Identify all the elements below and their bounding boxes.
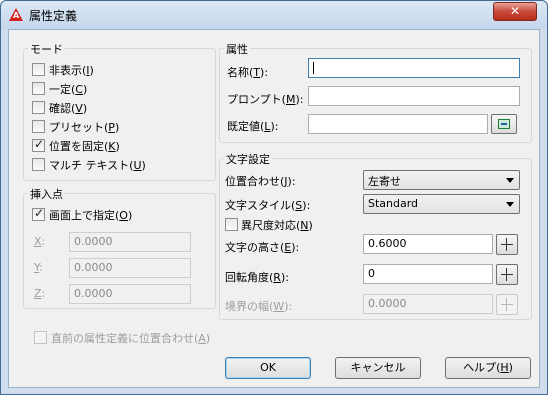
preset-label: プリセット(P): [49, 121, 120, 134]
default-value-input[interactable]: [308, 114, 488, 134]
specify-on-screen-checkbox[interactable]: [32, 206, 45, 221]
attribute-definition-dialog: A 属性定義 ✕ モード 非表示(I) 一定(C) 確認(V) プリセット(P)…: [0, 0, 548, 395]
ok-button[interactable]: OK: [225, 357, 311, 379]
crosshair-icon: [501, 268, 513, 281]
crosshair-icon: [501, 238, 513, 251]
verify-label: 確認(V): [49, 102, 88, 115]
invisible-checkbox[interactable]: [32, 63, 45, 76]
text-style-select[interactable]: Standard: [363, 194, 520, 214]
tag-input[interactable]: [308, 58, 520, 78]
text-style-label: 文字スタイル(S):: [225, 199, 311, 212]
verify-checkbox[interactable]: [32, 101, 45, 114]
pick-height-button[interactable]: [496, 234, 518, 255]
boundary-width-label: 境界の幅(W):: [225, 300, 293, 313]
z-label: Z:: [34, 287, 46, 300]
multiline-text-label: マルチ テキスト(U): [49, 159, 146, 172]
rotation-input[interactable]: 0: [363, 264, 493, 284]
preset-checkbox[interactable]: [32, 120, 45, 133]
align-below-previous-checkbox[interactable]: [34, 331, 47, 344]
justification-select[interactable]: 左寄せ: [363, 170, 520, 190]
insert-field-icon: [498, 119, 510, 129]
close-button[interactable]: ✕: [493, 2, 537, 21]
multiline-text-checkbox[interactable]: [32, 158, 45, 171]
chevron-down-icon: [506, 202, 514, 207]
boundary-width-input[interactable]: 0.0000: [363, 294, 493, 314]
chevron-down-icon: [506, 178, 514, 183]
align-below-previous-label: 直前の属性定義に位置合わせ(A): [51, 332, 211, 345]
annotative-label: 異尺度対応(N): [241, 219, 313, 232]
pick-rotation-button[interactable]: [496, 264, 518, 285]
annotative-checkbox[interactable]: [225, 218, 238, 231]
z-coordinate-field[interactable]: 0.0000: [69, 284, 191, 304]
default-value-label: 既定値(L):: [227, 120, 279, 133]
cancel-button[interactable]: キャンセル: [335, 357, 421, 379]
dialog-body: モード 非表示(I) 一定(C) 確認(V) プリセット(P) 位置を固定(K)…: [8, 29, 540, 388]
crosshair-icon: [501, 298, 513, 311]
lock-position-label: 位置を固定(K): [49, 140, 120, 153]
attribute-group-title: 属性: [224, 41, 250, 57]
x-coordinate-field[interactable]: 0.0000: [69, 232, 191, 252]
text-caret: [313, 62, 314, 74]
justification-label: 位置合わせ(J):: [225, 175, 296, 188]
lock-position-checkbox[interactable]: [32, 137, 45, 152]
insert-field-button[interactable]: [491, 114, 517, 134]
autocad-logo-icon: A: [9, 8, 23, 21]
prompt-label: プロンプト(M):: [227, 93, 304, 106]
insertion-point-group-title: 挿入点: [28, 186, 65, 202]
y-coordinate-field[interactable]: 0.0000: [69, 258, 191, 278]
text-height-input[interactable]: 0.6000: [363, 234, 493, 254]
prompt-input[interactable]: [308, 86, 520, 106]
mode-group-title: モード: [28, 41, 65, 57]
tag-label: 名称(T):: [227, 66, 269, 79]
text-settings-group-title: 文字設定: [224, 151, 272, 167]
window-title: 属性定義: [29, 9, 78, 23]
constant-checkbox[interactable]: [32, 82, 45, 95]
specify-on-screen-label: 画面上で指定(O): [49, 209, 133, 222]
pick-boundary-width-button[interactable]: [496, 294, 518, 315]
help-button[interactable]: ヘルプ(H): [445, 357, 531, 379]
text-height-label: 文字の高さ(E):: [225, 241, 300, 254]
rotation-label: 回転角度(R):: [225, 271, 289, 284]
x-label: X:: [34, 235, 46, 248]
title-bar: A 属性定義 ✕: [1, 1, 547, 29]
invisible-label: 非表示(I): [49, 64, 94, 77]
constant-label: 一定(C): [49, 83, 88, 96]
y-label: Y:: [34, 261, 43, 274]
